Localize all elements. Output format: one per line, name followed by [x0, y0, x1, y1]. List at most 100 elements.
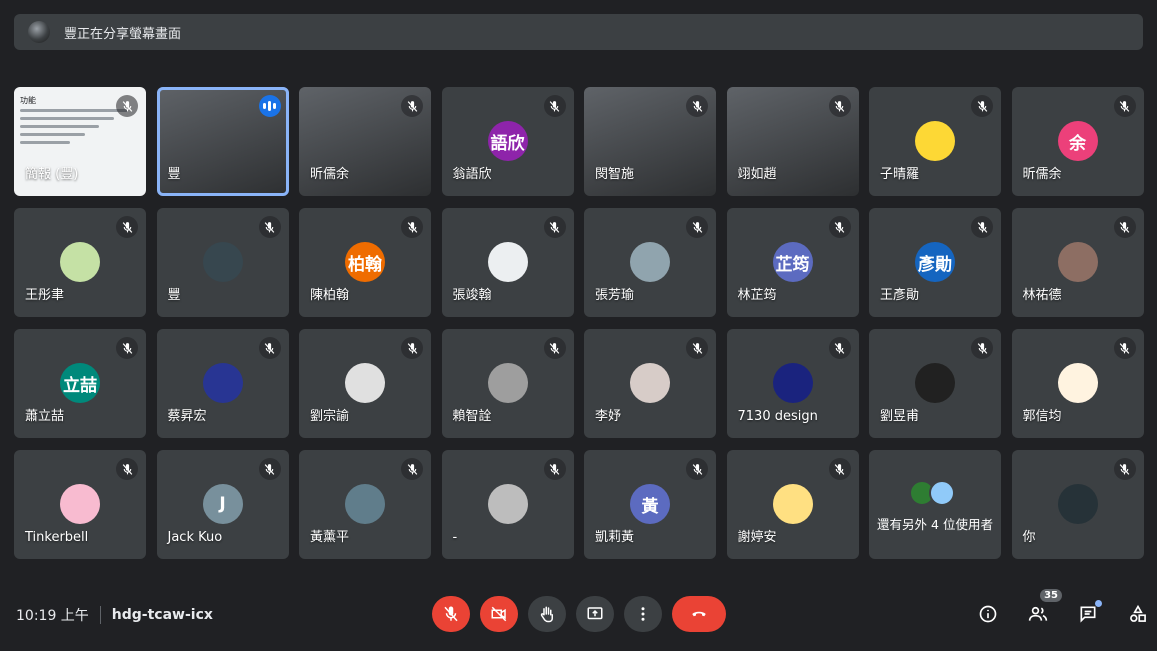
participant-tile[interactable]: 豐 [156, 208, 289, 317]
participant-tile[interactable]: 劉昱甫 [869, 329, 1001, 438]
participant-tile[interactable]: 立喆 蕭立喆 [14, 329, 146, 438]
mic-off-icon [828, 337, 851, 359]
participant-tile[interactable]: 芷筠林芷筠 [726, 208, 859, 317]
end-call-icon [692, 611, 706, 617]
present-screen-button[interactable] [576, 596, 614, 632]
more-participants-tile[interactable]: 還有另外 4 位使用者 [869, 450, 1001, 559]
participant-name: 張竣翰 [452, 288, 492, 303]
participant-tile[interactable]: - [441, 450, 574, 559]
more-options-button[interactable] [624, 596, 662, 632]
avatar [487, 242, 528, 282]
avatar [487, 484, 528, 524]
mic-toggle-button[interactable] [432, 596, 470, 632]
meeting-code: hdg-tcaw-icx [111, 607, 213, 623]
mic-off-icon [444, 606, 458, 622]
participant-name: 翊如趙 [737, 167, 777, 182]
participant-name: 陳柏翰 [310, 288, 350, 303]
mic-off-icon [543, 458, 566, 480]
avatar [915, 121, 955, 161]
participant-tile[interactable]: 林祐德 [1011, 208, 1144, 317]
raise-hand-button[interactable] [528, 596, 566, 632]
participant-name: 劉昱甫 [880, 409, 920, 424]
chat-button[interactable] [1074, 600, 1102, 628]
present-screen-icon [587, 607, 603, 620]
avatar [1057, 242, 1098, 282]
avatar [202, 363, 243, 403]
meeting-info-button[interactable] [974, 600, 1002, 628]
participant-tile[interactable]: 閔智施 [584, 87, 716, 196]
meeting-details: 10:19 上午 hdg-tcaw-icx [16, 605, 213, 625]
camera-toggle-button[interactable] [480, 596, 518, 632]
avatar [772, 484, 813, 524]
participant-name: 昕儒余 [1022, 167, 1062, 182]
mic-off-icon [116, 458, 138, 480]
audio-bar [273, 103, 276, 109]
mic-off-icon [1113, 337, 1136, 359]
avatar: 柏翰 [345, 242, 385, 282]
avatar [772, 363, 813, 403]
participant-tile[interactable]: 黃薰平 [299, 450, 431, 559]
audio-bar [268, 101, 271, 111]
participant-tile[interactable]: 柏翰陳柏翰 [299, 208, 431, 317]
avatar [60, 242, 100, 282]
presenting-banner-text: 豐正在分享螢幕畫面 [64, 26, 182, 42]
participant-tile[interactable]: 張芳瑜 [584, 208, 716, 317]
participant-tile[interactable]: 昕儒余 [299, 87, 431, 196]
presenting-banner: 豐正在分享螢幕畫面 [14, 14, 1143, 50]
activities-button[interactable] [1124, 600, 1152, 628]
participant-tile[interactable]: 郭信均 [1011, 329, 1144, 438]
participant-tile[interactable]: 謝婷安 [726, 450, 859, 559]
participant-tile[interactable]: 子晴羅 [869, 87, 1001, 196]
participant-tile[interactable]: 你 [1011, 450, 1144, 559]
shared-doc-title: 功能 [20, 96, 36, 105]
participant-tile[interactable]: 劉宗諭 [299, 329, 431, 438]
mic-off-icon [828, 458, 851, 480]
participant-tile[interactable]: 翊如趙 [726, 87, 859, 196]
participant-grid: 功能 簡報 (豐) 豐昕儒余 語欣 翁語欣 閔智施 翊如趙 子晴羅余昕儒余 王彤聿豐柏翰 陳柏翰張… [14, 87, 1144, 559]
mic-off-icon [686, 95, 708, 117]
participant-tile[interactable]: 7130 design [726, 329, 859, 438]
participant-tile[interactable]: 語欣 翁語欣 [441, 87, 574, 196]
doc-line [20, 109, 128, 112]
unread-dot [1095, 600, 1102, 607]
avatar [345, 363, 385, 403]
side-panel-buttons: 35 [974, 589, 1152, 628]
participant-tile[interactable]: 黃凱莉黃 [584, 450, 716, 559]
participant-tile[interactable]: 賴智詮 [441, 329, 574, 438]
leave-call-button[interactable] [672, 596, 726, 632]
participant-name: 郭信均 [1022, 409, 1062, 424]
participant-tile[interactable]: J Jack Kuo [156, 450, 289, 559]
participant-tile[interactable]: 李妤 [584, 329, 716, 438]
participant-name: 賴智詮 [452, 409, 492, 424]
participant-tile[interactable]: 余昕儒余 [1011, 87, 1144, 196]
doc-line [20, 117, 114, 120]
avatar [929, 480, 955, 506]
participant-name: 林芷筠 [737, 288, 777, 303]
mic-off-icon [258, 337, 281, 359]
avatar: 芷筠 [772, 242, 813, 282]
participant-name: 凱莉黃 [595, 530, 635, 545]
participant-name: 謝婷安 [737, 530, 777, 545]
participant-tile[interactable]: 張竣翰 [441, 208, 574, 317]
people-button[interactable]: 35 [1024, 589, 1062, 628]
mic-off-icon [686, 216, 708, 238]
mic-off-icon [1113, 95, 1136, 117]
avatar: 余 [1057, 121, 1098, 161]
participant-name: 王彥勛 [880, 288, 920, 303]
participant-tile[interactable]: 彥勛 王彥勛 [869, 208, 1001, 317]
participant-name: 閔智施 [595, 167, 635, 182]
participant-tile[interactable]: 功能 簡報 (豐) [14, 87, 146, 196]
doc-line [20, 133, 85, 136]
mic-off-icon [116, 95, 138, 117]
participant-tile[interactable]: Tinkerbell [14, 450, 146, 559]
avatar [1057, 484, 1098, 524]
avatar [487, 363, 528, 403]
clock: 10:19 上午 [16, 608, 89, 624]
participant-name: 豐 [167, 167, 181, 182]
mic-off-icon [116, 216, 138, 238]
participant-name: 蔡昇宏 [167, 409, 207, 424]
participant-tile[interactable]: 蔡昇宏 [156, 329, 289, 438]
participant-name: Jack Kuo [167, 530, 223, 545]
participant-tile[interactable]: 豐 [156, 87, 289, 196]
participant-tile[interactable]: 王彤聿 [14, 208, 146, 317]
